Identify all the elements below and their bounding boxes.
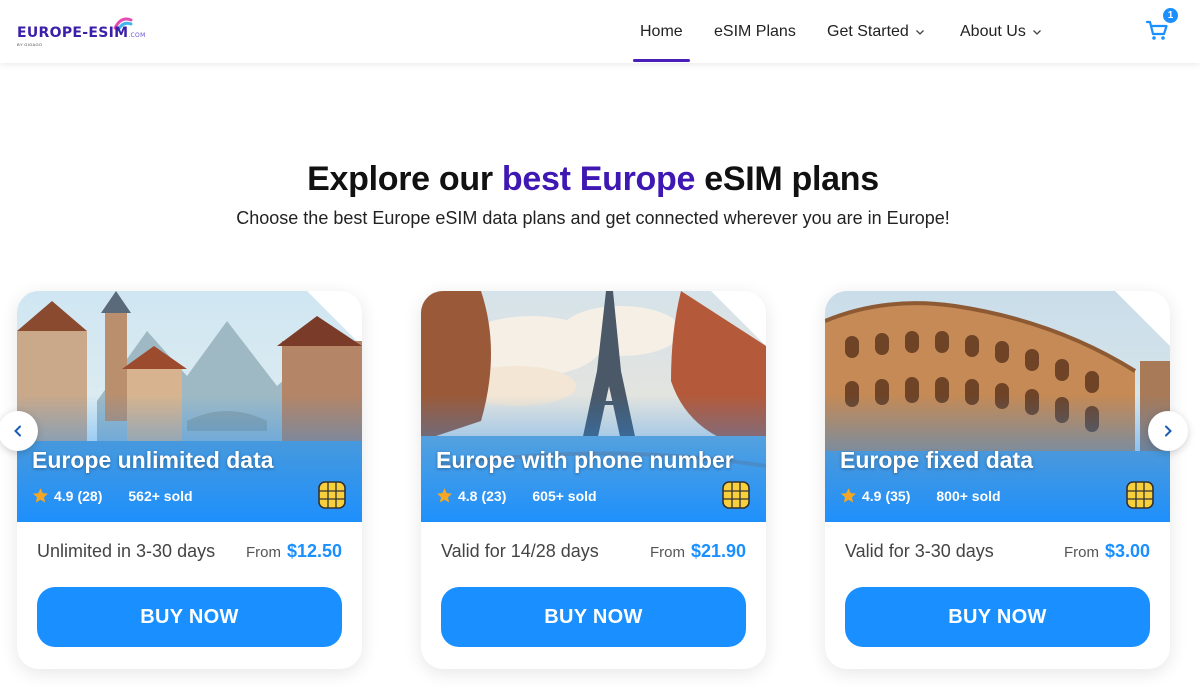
card-title: Europe fixed data bbox=[840, 447, 1033, 473]
nav-about-us-label: About Us bbox=[960, 22, 1026, 40]
nav-about-us[interactable]: About Us bbox=[960, 0, 1042, 63]
buy-now-button[interactable]: BUY NOW bbox=[441, 587, 746, 647]
nav-home[interactable]: Home bbox=[640, 0, 683, 63]
logo-text: EUROPE-ESIM bbox=[17, 25, 129, 41]
nav-get-started-label: Get Started bbox=[827, 22, 909, 40]
nav-esim-plans[interactable]: eSIM Plans bbox=[714, 0, 796, 63]
sim-chip-icon bbox=[318, 481, 346, 509]
card-rating: 4.9 (28) 562+ sold bbox=[32, 487, 193, 504]
nav-get-started[interactable]: Get Started bbox=[827, 0, 925, 63]
card-price-block: From $12.50 bbox=[246, 541, 342, 562]
price-value: $21.90 bbox=[690, 541, 746, 561]
sold-count: 800+ sold bbox=[936, 487, 1001, 504]
nav-home-label: Home bbox=[640, 22, 683, 40]
star-icon bbox=[33, 488, 48, 503]
sold-count: 562+ sold bbox=[128, 487, 193, 504]
card-title: Europe unlimited data bbox=[32, 447, 274, 473]
nav-active-indicator bbox=[633, 59, 690, 62]
section-title: Explore our best Europe eSIM plans bbox=[0, 160, 1186, 199]
card-validity: Valid for 14/28 days bbox=[441, 541, 599, 561]
rating-count: (23) bbox=[481, 487, 507, 504]
card-price-block: From $3.00 bbox=[1064, 541, 1150, 562]
star-icon bbox=[841, 488, 856, 503]
plan-card-unlimited[interactable]: Europe unlimited data 4.9 (28) 562+ sold… bbox=[17, 291, 362, 669]
card-validity: Valid for 3-30 days bbox=[845, 541, 994, 561]
buy-now-button[interactable]: BUY NOW bbox=[37, 587, 342, 647]
title-post: eSIM plans bbox=[695, 160, 879, 198]
price-from-label: From bbox=[1063, 544, 1099, 561]
price-from-label: From bbox=[245, 544, 281, 561]
rating-value: 4.9 bbox=[54, 487, 74, 504]
sim-chip-icon bbox=[1126, 481, 1154, 509]
card-validity: Unlimited in 3-30 days bbox=[37, 541, 216, 561]
logo-domain: .COM bbox=[128, 32, 146, 39]
card-price-block: From $21.90 bbox=[650, 541, 746, 562]
star-icon bbox=[437, 488, 452, 503]
price-value: $3.00 bbox=[1104, 541, 1150, 561]
plan-card-phone-number[interactable]: Europe with phone number 4.8 (23) 605+ s… bbox=[421, 291, 766, 669]
site-logo[interactable]: EUROPE-ESIM.COM BY GIGAGO bbox=[15, 14, 145, 50]
rating-value: 4.8 bbox=[458, 487, 478, 504]
sim-chip-icon bbox=[722, 481, 750, 509]
chevron-left-icon bbox=[14, 425, 21, 437]
price-value: $12.50 bbox=[286, 541, 342, 561]
logo-subtitle: BY GIGAGO bbox=[17, 42, 43, 47]
sold-count: 605+ sold bbox=[532, 487, 597, 504]
rating-count: (28) bbox=[77, 487, 103, 504]
nav-esim-plans-label: eSIM Plans bbox=[714, 22, 796, 40]
card-rating: 4.8 (23) 605+ sold bbox=[436, 487, 597, 504]
price-from-label: From bbox=[649, 544, 685, 561]
card-rating: 4.9 (35) 800+ sold bbox=[840, 487, 1001, 504]
cart-count-badge: 1 bbox=[1163, 8, 1178, 23]
chevron-down-icon bbox=[915, 29, 924, 35]
chevron-down-icon bbox=[1032, 29, 1041, 35]
section-subtitle: Choose the best Europe eSIM data plans a… bbox=[236, 208, 950, 228]
rating-value: 4.9 bbox=[862, 487, 882, 504]
title-accent: best Europe bbox=[501, 160, 696, 198]
site-header: EUROPE-ESIM.COM BY GIGAGO Home eSIM Plan… bbox=[0, 0, 1200, 63]
buy-now-button[interactable]: BUY NOW bbox=[845, 587, 1150, 647]
carousel-next-button[interactable] bbox=[1148, 411, 1188, 451]
chevron-right-icon bbox=[1165, 425, 1172, 437]
rating-count: (35) bbox=[885, 487, 911, 504]
card-title: Europe with phone number bbox=[436, 447, 734, 473]
title-pre: Explore our bbox=[307, 160, 502, 198]
plan-card-fixed-data[interactable]: Europe fixed data 4.9 (35) 800+ sold Val… bbox=[825, 291, 1170, 669]
